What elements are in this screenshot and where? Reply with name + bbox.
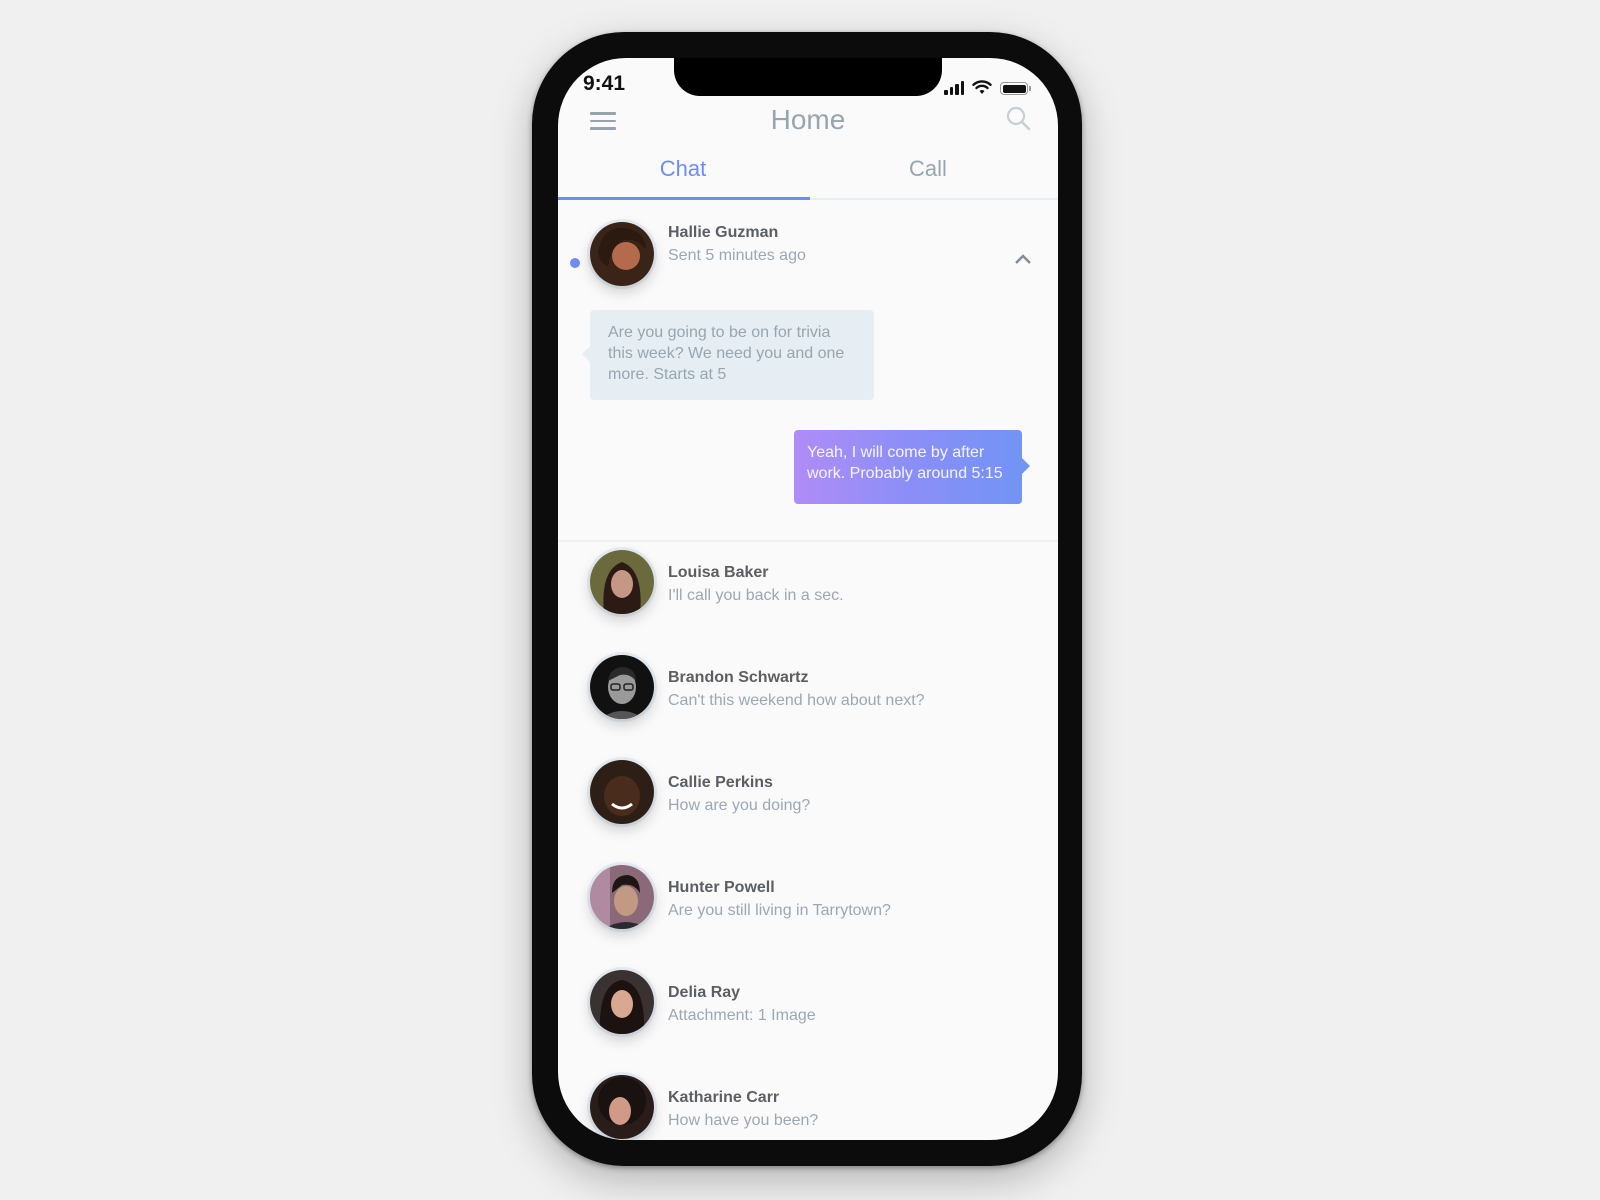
contact-name: Delia Ray xyxy=(668,984,741,1001)
status-icons xyxy=(944,80,1031,95)
avatar-image xyxy=(590,760,654,824)
avatar[interactable] xyxy=(590,222,654,286)
chat-list-item[interactable]: Louisa Baker I'll call you back in a sec… xyxy=(558,542,1058,648)
avatar-image xyxy=(590,1075,654,1139)
message-preview: I'll call you back in a sec. xyxy=(668,587,844,604)
search-button[interactable] xyxy=(1006,106,1032,132)
contact-name: Hunter Powell xyxy=(668,879,775,896)
message-preview: Attachment: 1 Image xyxy=(668,1007,816,1024)
message-status: Sent 5 minutes ago xyxy=(668,247,806,264)
avatar-image xyxy=(590,655,654,719)
message-preview: Can't this weekend how about next? xyxy=(668,692,925,709)
chat-list-item[interactable]: Hunter Powell Are you still living in Ta… xyxy=(558,857,1058,963)
phone-screen: 9:41 Home Chat Call Hallie Guzman Sent 5… xyxy=(558,58,1058,1140)
tab-call[interactable]: Call xyxy=(803,156,1053,182)
incoming-message: Are you going to be on for trivia this w… xyxy=(582,310,874,400)
app-header: Home xyxy=(558,98,1058,148)
avatar xyxy=(590,550,654,614)
message-preview: Are you still living in Tarrytown? xyxy=(668,902,891,919)
chat-list-item[interactable]: Brandon Schwartz Can't this weekend how … xyxy=(558,647,1058,753)
avatar-image xyxy=(590,865,654,929)
avatar-image xyxy=(590,970,654,1034)
status-time: 9:41 xyxy=(583,72,626,95)
tab-bar: Chat Call xyxy=(558,148,1058,200)
contact-name: Louisa Baker xyxy=(668,564,769,581)
contact-name: Katharine Carr xyxy=(668,1089,780,1106)
page-title: Home xyxy=(770,104,846,135)
contact-name: Brandon Schwartz xyxy=(668,669,809,686)
signal-icon xyxy=(944,81,964,95)
avatar xyxy=(590,655,654,719)
chat-list-item[interactable]: Callie Perkins How are you doing? xyxy=(558,752,1058,858)
unread-indicator xyxy=(570,258,580,268)
message-preview: How are you doing? xyxy=(668,797,811,814)
avatar xyxy=(590,1075,654,1139)
search-icon xyxy=(1006,106,1031,131)
avatar xyxy=(590,760,654,824)
avatar xyxy=(590,865,654,929)
avatar-image xyxy=(590,550,654,614)
avatar xyxy=(590,970,654,1034)
chat-list-item[interactable]: Delia Ray Attachment: 1 Image xyxy=(558,962,1058,1068)
contact-name: Callie Perkins xyxy=(668,774,773,791)
tab-chat[interactable]: Chat xyxy=(558,156,808,182)
battery-icon xyxy=(1000,82,1031,95)
notch xyxy=(674,58,942,96)
message-preview: How have you been? xyxy=(668,1112,819,1129)
collapse-button[interactable] xyxy=(1014,252,1032,264)
outgoing-message: Yeah, I will come by after work. Probabl… xyxy=(794,430,1030,504)
chevron-up-icon xyxy=(1015,254,1031,264)
avatar-image xyxy=(590,222,654,286)
chat-list-item[interactable]: Katharine Carr How have you been? xyxy=(558,1067,1058,1140)
wifi-icon xyxy=(972,80,992,94)
contact-name: Hallie Guzman xyxy=(668,224,779,241)
expanded-chat: Hallie Guzman Sent 5 minutes ago Are you… xyxy=(558,200,1058,542)
